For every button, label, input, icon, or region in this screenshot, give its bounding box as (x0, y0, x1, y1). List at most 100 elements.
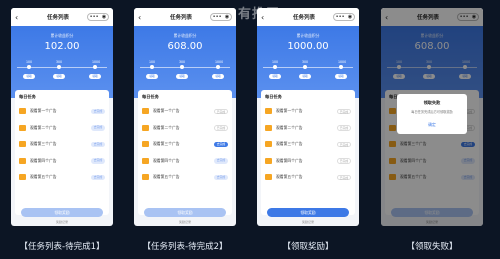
task-action-button[interactable]: 去完成 (214, 158, 228, 164)
claim-reward-button[interactable]: 领取奖励 (21, 208, 103, 217)
task-label: 观看第四个广告 (153, 157, 180, 163)
task-action-button[interactable]: 去完成 (91, 141, 105, 147)
task-row: 观看第四个广告 已完成 (265, 153, 351, 170)
phone-screen: ‹ 任务列表 ••• ◉ 累计收益积分 1000.00 100 300 1000 领取… (257, 8, 359, 226)
task-label: 观看第三个广告 (276, 141, 303, 147)
task-action-button[interactable]: 已完成 (337, 158, 351, 164)
reward-history-link[interactable]: 奖励记录 (134, 220, 236, 224)
milestone-claim-button[interactable]: 领取 (299, 74, 311, 79)
dialog-title: 领取失败 (423, 100, 441, 105)
milestone-dot (150, 65, 154, 69)
back-arrow-icon[interactable]: ‹ (261, 13, 275, 22)
phone-screen: ‹ 任务列表 ••• ◉ 累计收益积分 102.00 100 300 1000 领取领… (11, 8, 113, 226)
points-label: 累计收益积分 (296, 33, 320, 38)
gift-icon (265, 124, 272, 131)
milestone-label: 300 (179, 60, 186, 64)
gift-icon (19, 108, 26, 115)
task-row: 观看第一个广告 已完成 (265, 103, 351, 120)
milestone-label: 1000 (215, 60, 224, 64)
task-label: 观看第一个广告 (30, 108, 57, 114)
milestone-dot (180, 65, 184, 69)
milestone-claim-button[interactable]: 领取 (146, 74, 158, 79)
points-header: 累计收益积分 1000.00 100 300 1000 领取 领取 领取 (257, 26, 359, 98)
task-action-button[interactable]: 去完成 (91, 158, 105, 164)
milestone-label: 1000 (338, 60, 347, 64)
target-close-icon[interactable]: ◉ (348, 14, 352, 20)
gift-icon (142, 141, 149, 148)
task-label: 观看第五个广告 (30, 174, 57, 180)
points-header: 累计收益积分 608.00 100 300 1000 领取 领取 领取 (134, 26, 236, 98)
gift-icon (142, 108, 149, 115)
task-action-button[interactable]: 去完成 (214, 141, 228, 147)
points-value: 1000.00 (287, 41, 329, 52)
gift-icon (265, 141, 272, 148)
task-row: 观看第三个广告 去完成 (142, 136, 228, 153)
target-close-icon[interactable]: ◉ (225, 14, 229, 20)
task-row: 观看第五个广告 去完成 (142, 169, 228, 186)
more-dots-icon[interactable]: ••• (90, 14, 99, 20)
milestone-label: 300 (302, 60, 309, 64)
task-action-button[interactable]: 已完成 (214, 108, 228, 114)
task-action-button[interactable]: 已完成 (337, 108, 351, 114)
milestone-claim-button[interactable]: 领取 (176, 74, 188, 79)
claim-reward-button[interactable]: 领取奖励 (144, 208, 226, 217)
task-action-button[interactable]: 去完成 (91, 125, 105, 131)
target-close-icon[interactable]: ◉ (102, 14, 106, 20)
points-label: 累计收益积分 (50, 33, 74, 38)
section-title: 每日任务 (19, 94, 36, 99)
mini-program-capsule[interactable]: ••• ◉ (86, 13, 109, 21)
task-action-button[interactable]: 去完成 (91, 108, 105, 114)
dialog-confirm-button[interactable]: 确定 (397, 122, 467, 128)
reward-history-link[interactable]: 奖励记录 (257, 220, 359, 224)
task-label: 观看第四个广告 (276, 157, 303, 163)
milestone-claim-button[interactable]: 领取 (212, 74, 224, 79)
mini-program-capsule[interactable]: ••• ◉ (209, 13, 232, 21)
task-row: 观看第一个广告 去完成 (19, 103, 105, 120)
points-label: 累计收益积分 (173, 33, 197, 38)
gift-icon (142, 174, 149, 181)
reward-history-link[interactable]: 奖励记录 (11, 220, 113, 224)
task-row: 观看第四个广告 去完成 (142, 153, 228, 170)
more-dots-icon[interactable]: ••• (213, 14, 222, 20)
gift-icon (19, 141, 26, 148)
more-dots-icon[interactable]: ••• (336, 14, 345, 20)
back-arrow-icon[interactable]: ‹ (138, 13, 152, 22)
milestone-claim-button[interactable]: 领取 (335, 74, 347, 79)
task-label: 观看第三个广告 (153, 141, 180, 147)
phone-screen: ‹ 任务列表 ••• ◉ 累计收益积分 608.00 100 300 1000 领取领… (134, 8, 236, 226)
milestone-dot (27, 65, 31, 69)
task-row: 观看第五个广告 已完成 (265, 169, 351, 186)
screen-caption: 【领取奖励】 (282, 242, 334, 252)
milestone-dot (93, 65, 97, 69)
mini-program-capsule[interactable]: ••• ◉ (332, 13, 355, 21)
task-label: 观看第五个广告 (276, 174, 303, 180)
task-action-button[interactable]: 去完成 (214, 174, 228, 180)
task-action-button[interactable]: 已完成 (214, 125, 228, 131)
milestone-claim-button[interactable]: 领取 (53, 74, 65, 79)
task-action-button[interactable]: 已完成 (337, 141, 351, 147)
nav-bar: ‹ 任务列表 ••• ◉ (257, 8, 359, 26)
failure-dialog: 领取失败 每日任务完成后方可领取奖励 确定 (397, 94, 467, 134)
back-arrow-icon[interactable]: ‹ (15, 13, 29, 22)
milestone-dot (57, 65, 61, 69)
section-title: 每日任务 (142, 94, 159, 99)
task-action-button[interactable]: 去完成 (91, 174, 105, 180)
milestone-dot (273, 65, 277, 69)
milestone-label: 100 (26, 60, 33, 64)
milestone-claim-button[interactable]: 领取 (269, 74, 281, 79)
milestone-claim-button[interactable]: 领取 (23, 74, 35, 79)
task-action-button[interactable]: 已完成 (337, 174, 351, 180)
claim-reward-button[interactable]: 领取奖励 (267, 208, 349, 217)
task-row: 观看第二个广告 已完成 (142, 120, 228, 137)
task-row: 观看第三个广告 已完成 (265, 136, 351, 153)
screen-caption: 【任务列表-待完成1】 (19, 242, 105, 252)
milestone-dot (303, 65, 307, 69)
points-value: 102.00 (44, 41, 80, 52)
task-action-button[interactable]: 已完成 (337, 125, 351, 131)
task-label: 观看第一个广告 (153, 108, 180, 114)
task-label: 观看第二个广告 (153, 124, 180, 130)
milestone-dot (216, 65, 220, 69)
task-label: 观看第三个广告 (30, 141, 57, 147)
task-label: 观看第四个广告 (30, 157, 57, 163)
milestone-claim-button[interactable]: 领取 (89, 74, 101, 79)
